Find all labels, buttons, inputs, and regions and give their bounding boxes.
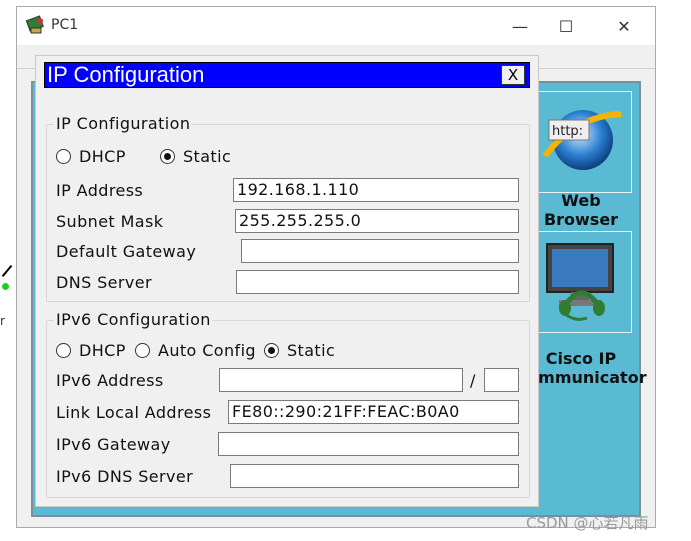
ipv4-static-radio[interactable] xyxy=(160,149,175,164)
ipv4-group-legend: IP Configuration xyxy=(54,114,193,133)
link-local-address-label: Link Local Address xyxy=(56,403,212,422)
window-title: PC1 xyxy=(51,17,79,33)
cisco-ip-communicator-icon xyxy=(535,236,627,332)
ipv6-dns-server-label: IPv6 DNS Server xyxy=(56,467,194,486)
ip-address-field[interactable]: 192.168.1.110 xyxy=(233,178,519,202)
dialog-title: IP Configuration xyxy=(47,62,205,87)
ip-address-label: IP Address xyxy=(56,181,144,200)
subnet-mask-field[interactable]: 255.255.255.0 xyxy=(235,209,519,233)
close-icon: ✕ xyxy=(617,16,631,36)
packet-tracer-pc-icon xyxy=(25,15,47,37)
ipv6-prefix-field[interactable] xyxy=(484,368,519,392)
default-gateway-label: Default Gateway xyxy=(56,242,197,261)
ipv6-address-label: IPv6 Address xyxy=(56,371,164,390)
dns-server-label: DNS Server xyxy=(56,273,152,292)
ipv6-static-label[interactable]: Static xyxy=(287,341,335,360)
ipv6-dhcp-label[interactable]: DHCP xyxy=(79,341,126,360)
minimize-icon: — xyxy=(512,16,528,36)
ipv6-static-radio[interactable] xyxy=(264,343,279,358)
cisco-ip-communicator-tile[interactable] xyxy=(530,231,632,333)
dns-server-field[interactable] xyxy=(236,270,519,294)
watermark: CSDN @心若凡雨 xyxy=(526,514,649,532)
ipv6-gateway-field[interactable] xyxy=(218,432,519,456)
maximize-button[interactable]: ☐ xyxy=(543,7,589,45)
ipv6-address-field[interactable] xyxy=(219,368,463,392)
subnet-mask-label: Subnet Mask xyxy=(56,212,164,231)
close-window-button[interactable]: ✕ xyxy=(601,7,647,45)
ip-configuration-dialog: IP Configuration X IP Configuration DHCP… xyxy=(35,55,539,507)
default-gateway-field[interactable] xyxy=(241,239,519,263)
dialog-titlebar[interactable]: IP Configuration X xyxy=(44,62,530,88)
link-local-address-field[interactable]: FE80::290:21FF:FEAC:B0A0 xyxy=(228,400,519,424)
web-browser-tile[interactable]: http: xyxy=(530,91,632,193)
network-link-line xyxy=(1,264,13,278)
ipv6-dhcp-radio[interactable] xyxy=(56,343,71,358)
ipv4-static-label[interactable]: Static xyxy=(183,147,231,166)
ipv6-dns-server-field[interactable] xyxy=(230,464,519,488)
prefix-separator: / xyxy=(470,371,476,390)
pc1-window: PC1 — ☐ ✕ http: Web Browser Cisco IP Com… xyxy=(16,6,656,528)
ipv6-gateway-label: IPv6 Gateway xyxy=(56,435,171,454)
web-browser-icon: http: xyxy=(535,96,627,192)
maximize-icon: ☐ xyxy=(558,16,574,36)
ipv6-auto-config-label[interactable]: Auto Config xyxy=(158,341,256,360)
svg-text:http:: http: xyxy=(552,124,583,139)
minimize-button[interactable]: — xyxy=(497,7,543,45)
canvas-device-label-fragment: r xyxy=(0,314,5,328)
link-status-dot xyxy=(2,283,9,290)
ipv6-auto-config-radio[interactable] xyxy=(135,343,150,358)
dialog-close-button[interactable]: X xyxy=(501,65,525,85)
window-titlebar[interactable]: PC1 — ☐ ✕ xyxy=(17,7,655,45)
ipv6-group-legend: IPv6 Configuration xyxy=(54,310,213,329)
ipv4-dhcp-label[interactable]: DHCP xyxy=(79,147,126,166)
ipv4-dhcp-radio[interactable] xyxy=(56,149,71,164)
